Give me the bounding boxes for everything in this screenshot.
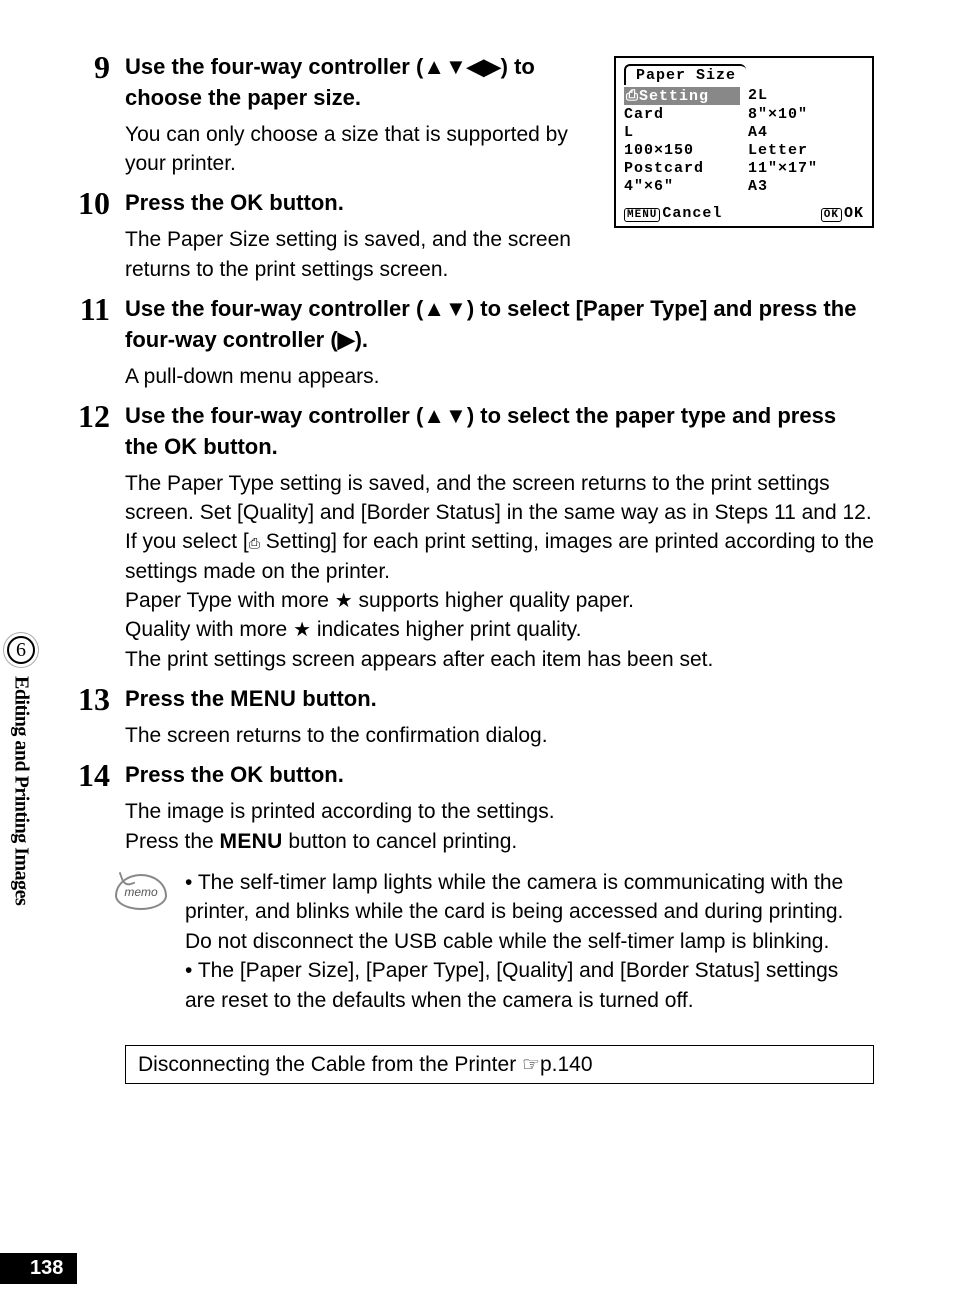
step-14-title: Press the OK button.: [125, 760, 874, 791]
ref-page: p.140: [540, 1053, 593, 1076]
step-10-title: Press the OK button.: [125, 188, 594, 219]
lcd-option: Card: [624, 106, 740, 123]
lcd-screen: Paper Size ⎙Setting 2L Card 8"×10" L A4 …: [614, 56, 874, 228]
lcd-title: Paper Size: [624, 64, 746, 85]
arrow-right-icon: ▶: [338, 327, 355, 352]
step-12-desc: The Paper Type setting is saved, and the…: [125, 469, 874, 675]
memo-item: The self-timer lamp lights while the cam…: [185, 868, 874, 956]
step-number: 10: [70, 186, 125, 221]
lcd-setting-option: ⎙Setting: [624, 87, 740, 105]
ok-label: OK: [230, 190, 263, 215]
ref-text: Disconnecting the Cable from the Printer: [138, 1053, 522, 1076]
lcd-option: A3: [748, 178, 864, 195]
memo-icon: memo: [115, 874, 167, 910]
step-12-title: Use the four-way controller (▲▼) to sele…: [125, 401, 874, 463]
arrows-updown-icon: ▲▼: [423, 403, 467, 428]
page-number: 138: [0, 1253, 77, 1284]
lcd-ok-label: OK: [844, 205, 864, 222]
menu-label: MENU: [220, 830, 283, 853]
step-number: 11: [70, 292, 125, 327]
lcd-option: Postcard: [624, 160, 740, 177]
cross-reference-box: Disconnecting the Cable from the Printer…: [125, 1045, 874, 1084]
step-number: 13: [70, 682, 125, 717]
device-icon: ⎙: [249, 535, 260, 551]
menu-button-icon: MENU: [624, 208, 660, 222]
lcd-options: ⎙Setting 2L Card 8"×10" L A4 100×150 Let…: [624, 87, 864, 195]
step-13-desc: The screen returns to the confirmation d…: [125, 721, 874, 750]
lcd-option: 8"×10": [748, 106, 864, 123]
lcd-option: A4: [748, 124, 864, 141]
ok-label: OK: [230, 762, 263, 787]
lcd-option: 11"×17": [748, 160, 864, 177]
step-number: 12: [70, 399, 125, 434]
lcd-option: 4"×6": [624, 178, 740, 195]
step-14-desc: The image is printed according to the se…: [125, 797, 874, 856]
lcd-footer: MENUCancel OKOK: [624, 205, 864, 222]
pointer-icon: ☞: [522, 1054, 540, 1076]
star-icon: ★: [293, 619, 311, 641]
lcd-option: 2L: [748, 87, 864, 105]
step-9-title: Use the four-way controller (▲▼◀▶) to ch…: [125, 52, 594, 114]
step-11-title: Use the four-way controller (▲▼) to sele…: [125, 294, 874, 356]
lcd-cancel-label: Cancel: [662, 205, 722, 222]
step-11-desc: A pull-down menu appears.: [125, 362, 874, 391]
step-13-title: Press the MENU button.: [125, 684, 874, 715]
step-number: 9: [70, 50, 125, 85]
lcd-option: 100×150: [624, 142, 740, 159]
star-icon: ★: [335, 590, 353, 612]
lcd-option: Letter: [748, 142, 864, 159]
lcd-option: L: [624, 124, 740, 141]
ok-button-icon: OK: [821, 208, 842, 222]
step-9-desc: You can only choose a size that is suppo…: [125, 120, 594, 179]
menu-label: MENU: [230, 686, 296, 711]
step-10-desc: The Paper Size setting is saved, and the…: [125, 225, 594, 284]
arrows-icon: ▲▼◀▶: [423, 54, 500, 79]
memo-item: The [Paper Size], [Paper Type], [Quality…: [185, 956, 874, 1015]
arrows-updown-icon: ▲▼: [423, 296, 467, 321]
step-number: 14: [70, 758, 125, 793]
ok-label: OK: [164, 434, 197, 459]
memo-block: memo The self-timer lamp lights while th…: [115, 868, 874, 1015]
